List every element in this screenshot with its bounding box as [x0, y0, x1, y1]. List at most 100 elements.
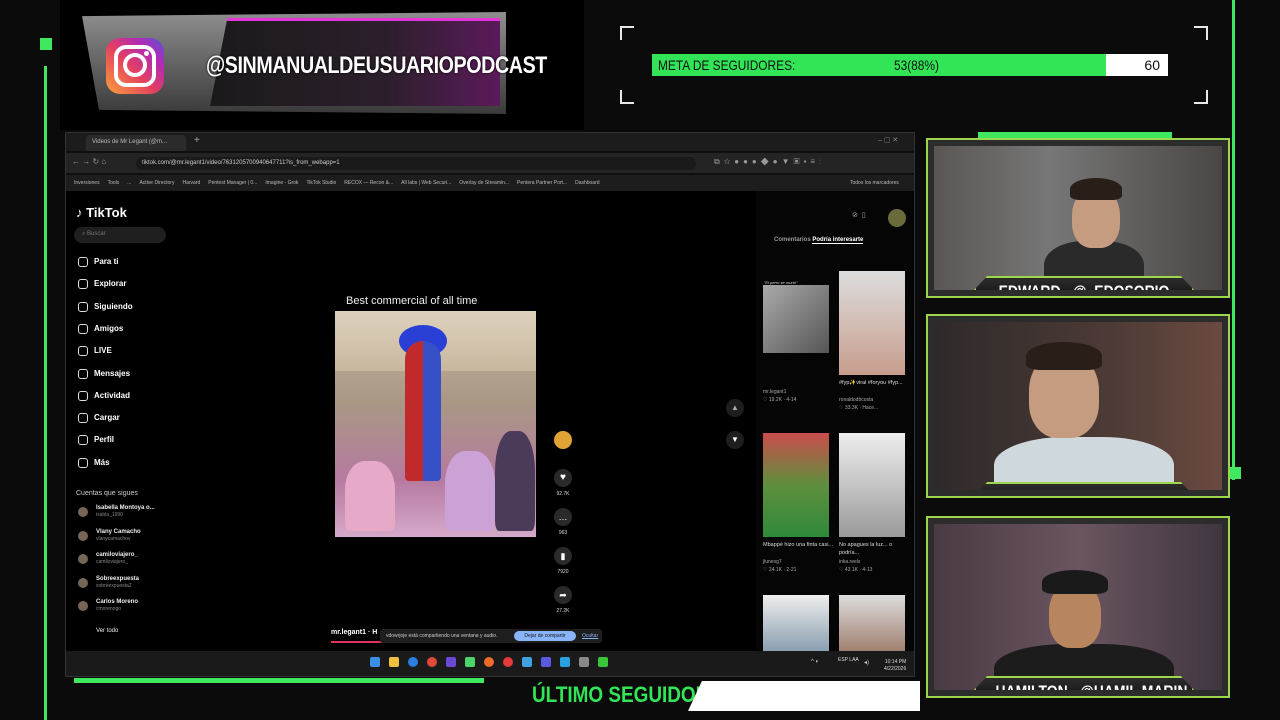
bookmark-item[interactable]: Pentera Partner Port... [517, 180, 567, 186]
video-author[interactable]: mr.legant1 · H [331, 629, 377, 636]
suggestion-thumbnail[interactable] [763, 433, 829, 537]
comment-count: 963 [558, 530, 568, 536]
suggestion-thumbnail[interactable] [839, 595, 905, 651]
bookmark-item[interactable]: Harvard [182, 180, 200, 186]
following-item[interactable]: Isabella Montoya o... isabla_1990 [78, 505, 155, 519]
app-icon[interactable] [522, 657, 532, 667]
nav-item-siguiendo[interactable]: Siguiendo [78, 301, 133, 312]
following-item[interactable]: Sobreexpuesta sobreexpuesta2 [78, 576, 139, 590]
panel-toolbar-icons[interactable]: ⊘▯ [852, 211, 870, 219]
app-icon[interactable] [579, 657, 589, 667]
tray-icons[interactable]: ^ ◐ [811, 659, 819, 665]
chrome-icon[interactable] [427, 657, 437, 667]
suggestion-caption[interactable]: #fyp✨viral #foryou #fyp... [839, 379, 909, 387]
chrome-icon[interactable] [503, 657, 513, 667]
telegram-icon[interactable] [560, 657, 570, 667]
volume-icon[interactable]: ◂) [864, 659, 869, 666]
follower-goal-count: 53(88%) [893, 57, 939, 73]
cam-name-plate: DANIEL - @DANIEL1629 [974, 482, 1194, 490]
suggestion-author[interactable]: mr.legant1 [763, 389, 786, 395]
chevron-down-icon[interactable]: ▼ [726, 431, 744, 449]
webcam-hair [1026, 342, 1102, 370]
suggestion-author[interactable]: jlunesg7 [763, 559, 782, 565]
bookmark-item[interactable]: Dashboard [575, 180, 599, 186]
taskbar-clock[interactable]: 10:14 PM 4/22/2026 [884, 659, 906, 673]
nav-item-label: Mensajes [94, 368, 131, 378]
bookmark-item[interactable]: Tools [108, 180, 120, 186]
nav-item-cargar[interactable]: Cargar [78, 413, 120, 424]
suggestion-caption[interactable]: No apagues la luz... o podría... [839, 541, 909, 557]
nav-item-amigos[interactable]: Amigos [78, 323, 123, 334]
tiktok-logo[interactable]: ♪ TikTok [76, 205, 127, 220]
bookmark-item[interactable]: Inversiones [74, 180, 100, 186]
browser-tab[interactable]: Videos de Mr Legant (@m... [86, 135, 186, 151]
nav-item-live[interactable]: LIVE [78, 346, 112, 357]
chevron-up-icon[interactable]: ▲ [726, 399, 744, 417]
bookmarks-bar: Inversiones Tools... Active Directory Harva… [66, 175, 914, 191]
cam-accent-strip [978, 132, 1172, 138]
comment-icon[interactable]: … [554, 508, 572, 526]
language-indicator[interactable]: ESP LAA [838, 657, 860, 663]
extensions-icons[interactable]: ⧉☆●●●◆●▼▣▪≡⋮ [714, 157, 825, 167]
suggestion-author[interactable]: ronaldodbcosta [839, 397, 873, 403]
new-tab-icon[interactable]: + [194, 135, 200, 146]
video-player[interactable] [335, 311, 536, 537]
app-icon[interactable] [465, 657, 475, 667]
following-item[interactable]: Carlos Moreno cmorenogo [78, 599, 138, 613]
search-input[interactable]: ⌕ Buscar [74, 227, 166, 243]
see-all-link[interactable]: Ver todo [96, 628, 118, 634]
bookmark-item[interactable]: All labs | Web Securi... [401, 180, 451, 186]
edge-icon[interactable] [408, 657, 418, 667]
hide-link[interactable]: Ocultar [582, 633, 598, 639]
nav-item-mensajes[interactable]: Mensajes [78, 368, 131, 379]
follower-goal-target: 60 [1144, 57, 1160, 73]
suggestion-thumbnail[interactable] [763, 595, 829, 651]
explorer-icon[interactable] [389, 657, 399, 667]
bookmark-item[interactable]: Todos los marcadores [850, 180, 899, 186]
nav-item-para-ti[interactable]: Para ti [78, 257, 118, 267]
teams-icon[interactable] [541, 657, 551, 667]
nav-item-label: LIVE [94, 346, 112, 356]
discord-icon[interactable] [446, 657, 456, 667]
start-icon[interactable] [370, 657, 380, 667]
upload-icon [78, 413, 88, 424]
nav-item-más[interactable]: Más [78, 457, 110, 468]
url-field[interactable]: tiktok.com/@mr.legant1/video/76312057009… [136, 157, 696, 170]
tab-comments[interactable]: Comentarios [774, 237, 811, 243]
profile-avatar[interactable] [888, 209, 906, 227]
bookmark-item[interactable]: Active Directory [139, 180, 174, 186]
following-handle: vlanycamachov [96, 535, 131, 542]
bookmark-icon[interactable]: ▮ [554, 547, 572, 565]
suggestion-thumbnail[interactable] [763, 285, 829, 353]
bookmark-item[interactable]: ... [127, 180, 131, 186]
goal-corner-tr [1194, 26, 1208, 40]
bottom-accent-line [74, 678, 484, 683]
like-icon[interactable]: ♥ [554, 469, 572, 487]
nav-item-actividad[interactable]: Actividad [78, 390, 130, 401]
nav-item-explorar[interactable]: Explorar [78, 279, 126, 290]
bookmark-item[interactable]: TikTok Studio [306, 180, 336, 186]
suggestion-caption[interactable]: Mbappé hizo una finta casi... [763, 541, 833, 549]
stop-share-button[interactable]: Dejar de compartir [514, 631, 576, 641]
window-controls[interactable]: – ▢ ✕ [878, 136, 898, 144]
bookmark-item[interactable]: RECOX — Recon &... [344, 180, 393, 186]
tab-suggested[interactable]: Podría interesarte [812, 237, 864, 244]
app-icon[interactable] [598, 657, 608, 667]
bookmark-item[interactable]: Imagine - Grok [265, 180, 298, 186]
bookmark-item[interactable]: Pentest Manager | 0... [208, 180, 257, 186]
suggestion-thumbnail[interactable] [839, 271, 905, 375]
author-avatar[interactable] [554, 431, 572, 449]
share-icon[interactable]: ➦ [554, 586, 572, 604]
messages-icon [78, 368, 88, 379]
suggestion-author[interactable]: inka.reels [839, 559, 860, 565]
bookmark-item[interactable]: Overlay de Streamin... [459, 180, 509, 186]
following-item[interactable]: camiloviajero_ camiloviajero_ [78, 552, 138, 566]
following-item[interactable]: Vlany Camacho vlanycamachov [78, 529, 141, 543]
suggestion-thumbnail[interactable] [839, 433, 905, 537]
firefox-icon[interactable] [484, 657, 494, 667]
suggestion-meta: ♡ 33.3K · Hace... [839, 405, 879, 411]
avatar [78, 554, 88, 564]
save-count: 7920 [557, 569, 569, 575]
nav-arrows-icon[interactable]: ← → ↻ ⌂ [72, 157, 106, 166]
nav-item-perfil[interactable]: Perfil [78, 435, 114, 446]
